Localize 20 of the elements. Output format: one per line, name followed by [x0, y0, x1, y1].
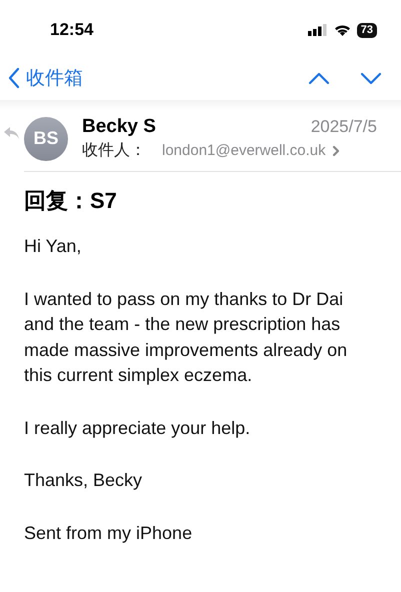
sender-name: Becky S	[82, 116, 157, 138]
body-paragraph: I wanted to pass on my thanks to Dr Dai and the team - the new prescription has made massive improvements already on this current simplex eczema.	[24, 288, 348, 387]
body-paragraph: Sent from my iPhone	[24, 522, 194, 545]
status-time: 12:54	[50, 20, 94, 40]
sender-avatar: BS	[24, 116, 68, 160]
back-button[interactable]: 收件箱	[8, 65, 83, 91]
disclosure-chevron-icon	[332, 144, 340, 156]
message-date: 2025/7/5	[310, 117, 377, 137]
battery-level: 73	[356, 22, 377, 38]
body-paragraph: Thanks, Becky	[24, 469, 144, 492]
body-paragraph: I really appreciate your help.	[24, 416, 252, 440]
body-paragraph: Hi Yan,	[24, 235, 82, 258]
recipient-label: 收件人：	[82, 141, 146, 161]
down-chevron-icon	[360, 71, 382, 85]
back-chevron-icon	[8, 67, 20, 89]
up-chevron-icon	[308, 71, 330, 85]
message-subject: 回复：S7	[24, 187, 118, 215]
wifi-icon	[334, 24, 351, 36]
recipient-address[interactable]: london1@everwell.co.uk	[162, 142, 326, 159]
signal-icon	[308, 24, 328, 36]
